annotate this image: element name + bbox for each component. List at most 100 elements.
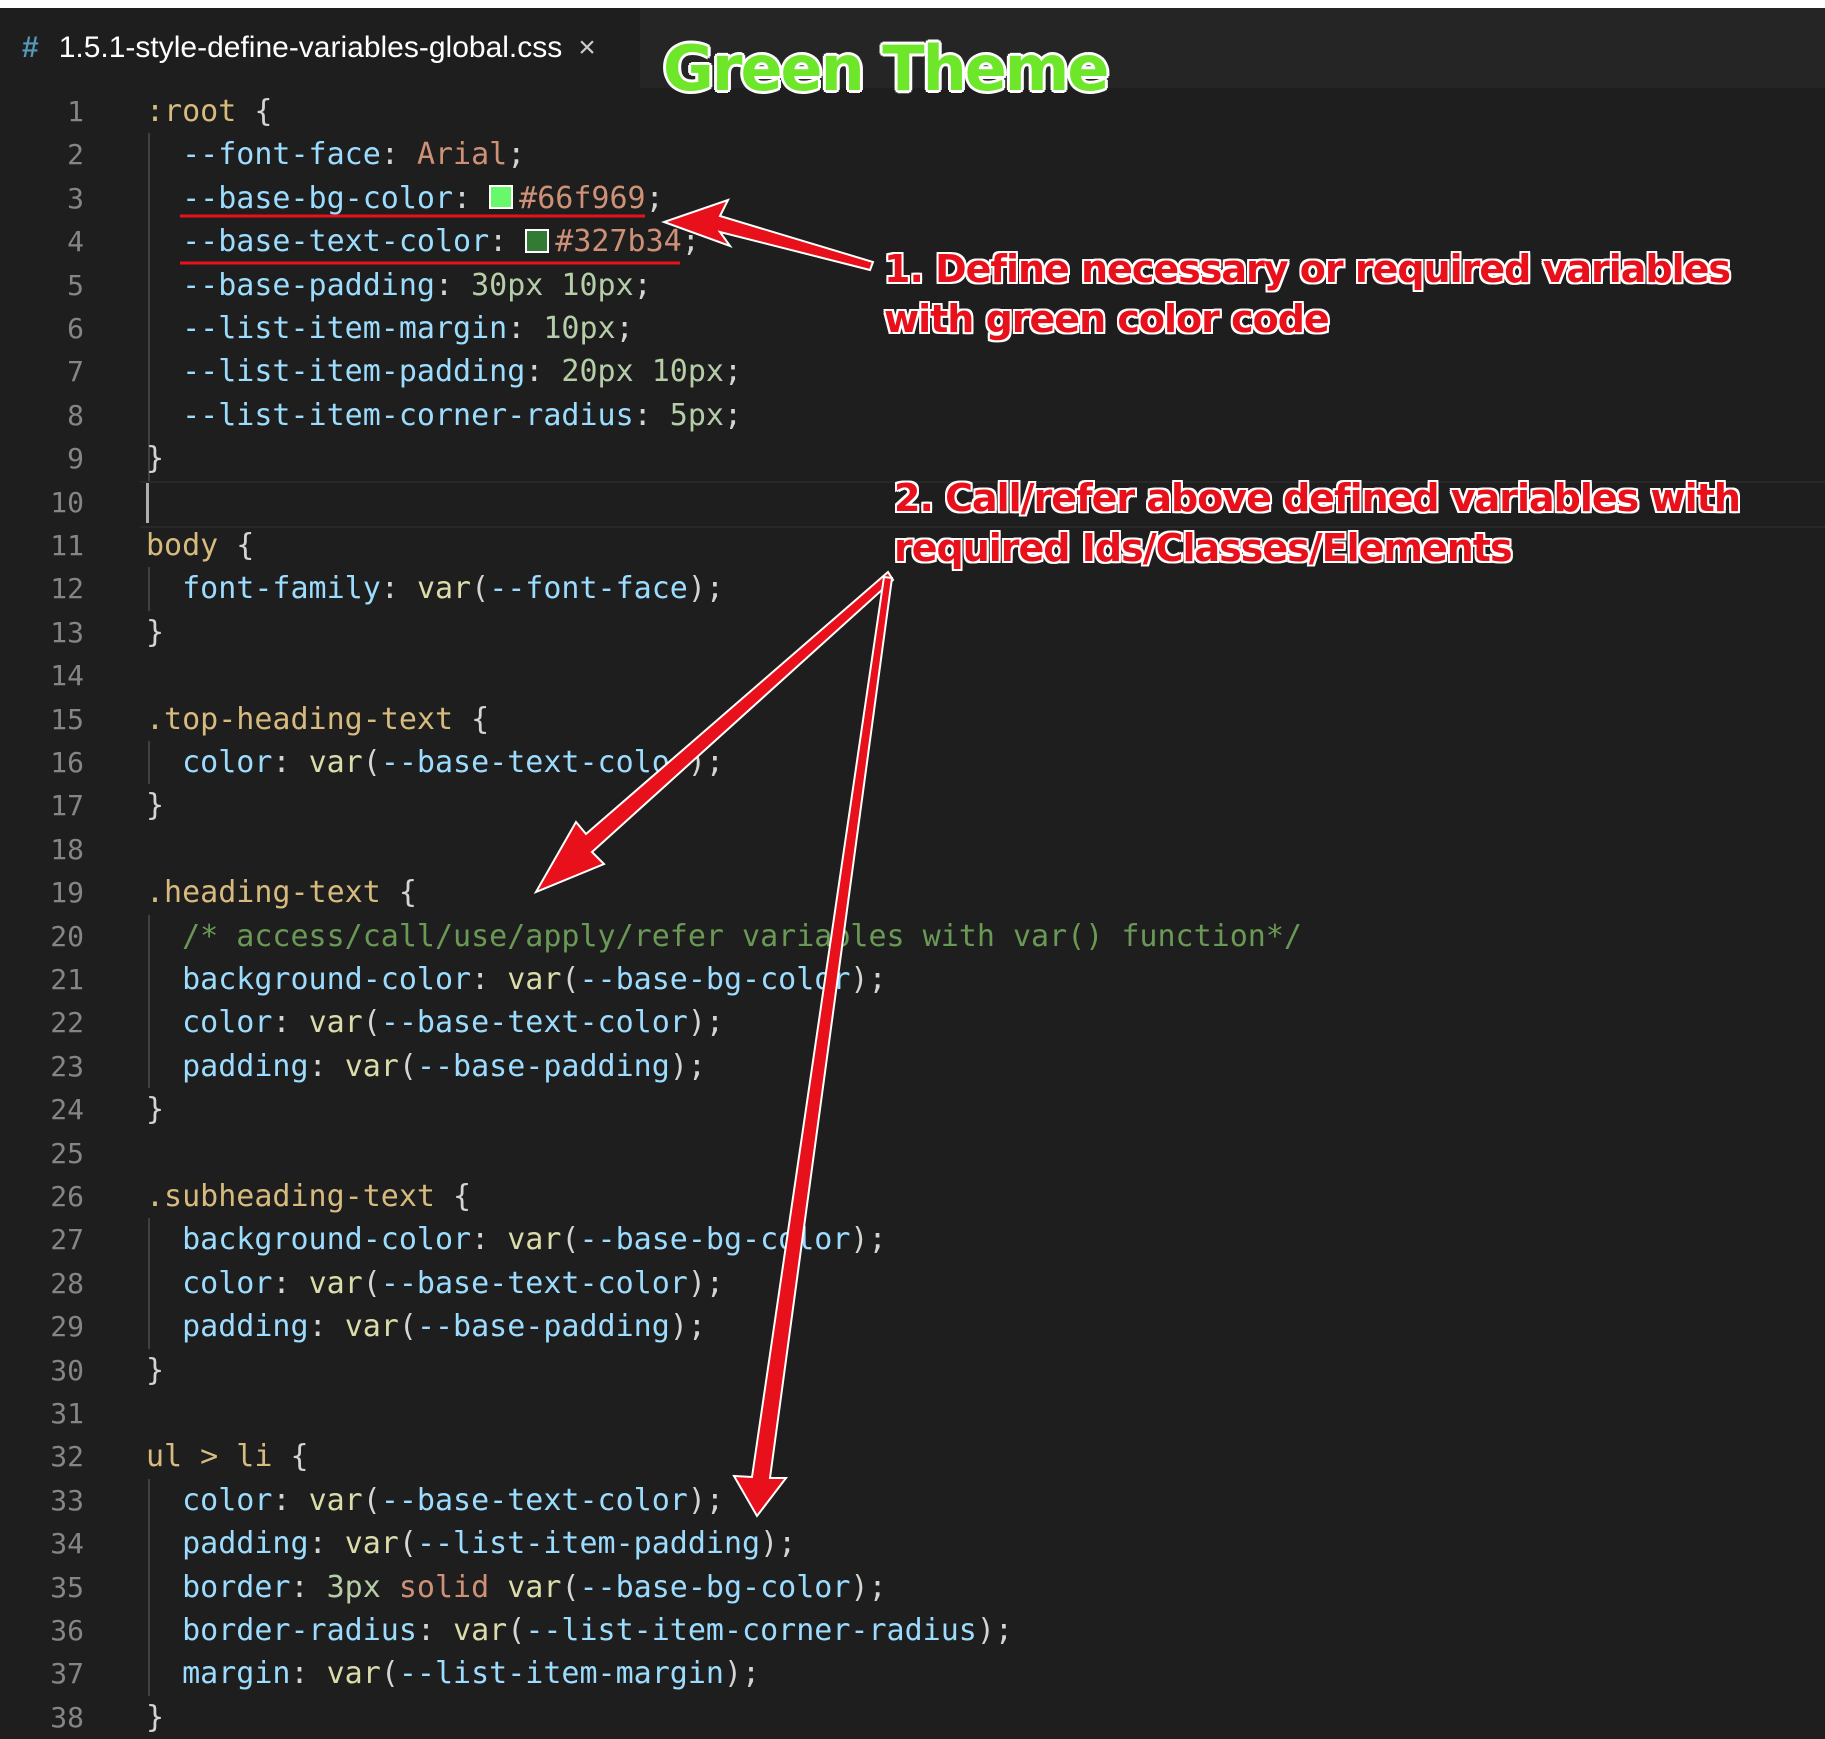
annotation-2-line-1: 2. Call/refer above defined variables wi… [894,476,1741,520]
code-text: --base-padding: 30px 10px; [146,264,652,307]
code-token: --list-item-margin [398,1656,724,1692]
line-number: 38 [50,1700,84,1734]
code-line[interactable]: 36 border-radius: var(--list-item-corner… [0,1609,1825,1652]
code-line[interactable]: 24} [0,1088,1825,1131]
code-line[interactable]: 19 .heading-text { [0,871,1825,914]
line-number: 12 [50,572,84,606]
line-number: 6 [67,312,84,345]
window-top-edge [0,0,1825,8]
code-token: { [434,1179,472,1214]
code-token: --base-bg-color [579,1569,851,1605]
code-line[interactable]: 7 --list-item-padding: 20px 10px; [0,350,1825,393]
code-token: 10px [543,311,616,346]
color-swatch[interactable] [489,185,514,210]
code-text: .subheading-text { [146,1175,471,1218]
code-line[interactable]: 20 /* access/call/use/apply/refer variab… [0,915,1825,958]
code-token: : [380,571,417,607]
code-line[interactable]: 30} [0,1349,1825,1392]
code-token: : [453,180,490,216]
code-token: ); [976,1613,1013,1648]
code-token: var [453,1613,508,1648]
code-line[interactable]: 23 padding: var(--base-padding); [0,1045,1825,1088]
code-line[interactable]: 35 border: 3px solid var(--base-bg-color… [0,1566,1825,1609]
code-line[interactable]: 32 ul > li { [0,1435,1825,1478]
code-token: --base-padding [416,1048,670,1084]
code-token: : [434,267,472,303]
annotation-1: 1. Define necessary or required variable… [884,244,1731,344]
code-text: color: var(--base-text-color); [146,1001,724,1044]
code-line[interactable]: 16 color: var(--base-text-color); [0,741,1825,784]
code-line[interactable]: 14 [0,654,1825,697]
code-token: : [507,311,544,346]
code-line[interactable]: 31 [0,1392,1825,1435]
code-token: color [146,1005,273,1041]
code-token: ( [362,1005,381,1041]
code-line[interactable]: 22 color: var(--base-text-color); [0,1001,1825,1044]
editor-tab[interactable]: # 1.5.1-style-define-variables-global.cs… [0,8,640,88]
code-text: :root { [146,90,272,133]
code-line[interactable]: 1:root { [0,90,1825,133]
code-token: var [416,571,472,607]
code-token: ); [850,1222,887,1258]
code-line[interactable]: 25 [0,1132,1825,1175]
code-token: solid [380,1569,508,1605]
code-line[interactable]: 29 padding: var(--base-padding); [0,1305,1825,1348]
code-token: ( [471,571,490,607]
code-token: var [326,1656,381,1692]
code-token: var [507,962,562,997]
code-line[interactable]: 18 [0,828,1825,871]
color-swatch[interactable] [525,228,550,253]
code-token: ( [398,1048,417,1084]
line-number: 21 [50,963,84,996]
code-line[interactable]: 15 .top-heading-text { [0,698,1825,741]
code-line[interactable]: 3 --base-bg-color: #66f969; [0,177,1825,220]
line-number: 26 [50,1180,84,1213]
code-token: --base-bg-color [579,962,851,997]
code-text: border: 3px solid var(--base-bg-color); [146,1566,886,1609]
code-line[interactable]: 38} [0,1696,1825,1739]
code-token: : [308,1048,345,1084]
code-token: : [308,1526,345,1562]
code-token: background-color [146,962,472,997]
code-token: color [146,1265,273,1301]
code-token: : [471,1222,508,1258]
code-line[interactable]: 12 font-family: var(--font-face); [0,567,1825,610]
annotation-1-line-1: 1. Define necessary or required variable… [884,247,1731,291]
code-line[interactable]: 21 background-color: var(--base-bg-color… [0,958,1825,1001]
code-line[interactable]: 34 padding: var(--list-item-padding); [0,1522,1825,1565]
code-token: --base-text-color [380,1482,688,1518]
line-number: 4 [67,225,84,259]
code-text: --font-face: Arial; [146,133,525,176]
code-token: ); [687,1482,724,1518]
close-icon[interactable]: × [578,31,596,65]
code-line[interactable]: 28 color: var(--base-text-color); [0,1262,1825,1305]
code-line[interactable]: 37 margin: var(--list-item-margin); [0,1652,1825,1695]
code-token: ( [398,1309,417,1345]
code-token: --font-face [489,571,688,607]
code-token: ); [687,571,724,607]
code-token: border [146,1569,291,1605]
code-token: { [218,528,255,563]
code-line[interactable]: 17} [0,784,1825,827]
code-token: ); [669,1048,706,1084]
line-number: 16 [50,746,84,779]
code-line[interactable]: 33 color: var(--base-text-color); [0,1479,1825,1522]
code-token: { [380,875,417,911]
code-line[interactable]: 8 --list-item-corner-radius: 5px; [0,394,1825,437]
code-text: padding: var(--base-padding); [146,1045,706,1088]
code-token: border-radius [146,1613,417,1648]
code-line[interactable]: 13} [0,611,1825,654]
code-token: var [308,1265,363,1301]
code-token: var [344,1309,399,1345]
code-text: font-family: var(--font-face); [146,567,724,610]
code-line[interactable]: 2 --font-face: Arial; [0,133,1825,176]
code-token: ); [723,1656,761,1692]
code-token: ( [362,1265,381,1301]
code-line[interactable]: 27 background-color: var(--base-bg-color… [0,1218,1825,1261]
code-line[interactable]: 26 .subheading-text { [0,1175,1825,1218]
code-token: ); [760,1526,797,1562]
code-token: var [344,1526,399,1562]
code-text: } [146,784,164,827]
code-text: } [146,611,164,654]
code-token: { [236,94,273,129]
